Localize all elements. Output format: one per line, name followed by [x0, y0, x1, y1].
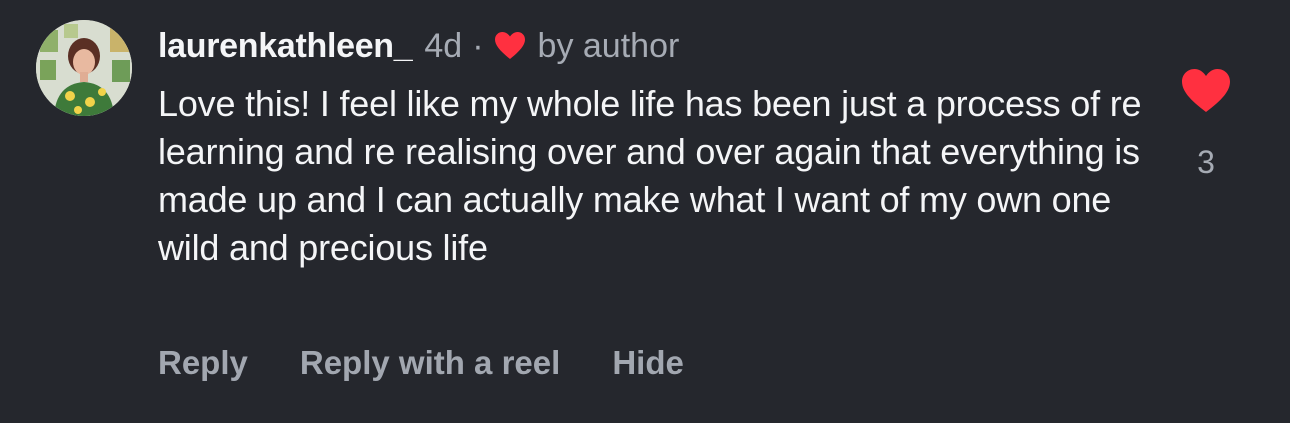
timestamp: 4d [424, 27, 463, 65]
heart-icon [494, 31, 526, 61]
heart-icon [1182, 69, 1230, 112]
hide-button[interactable]: Hide [612, 340, 684, 386]
comment-header: laurenkathleen_ 4d · by author [158, 24, 679, 68]
comment-actions: Reply Reply with a reel Hide [158, 340, 684, 386]
reply-button[interactable]: Reply [158, 340, 248, 386]
comment-text: Love this! I feel like my whole life has… [158, 83, 1142, 268]
reply-with-reel-button[interactable]: Reply with a reel [300, 340, 560, 386]
comment-item: laurenkathleen_ 4d · by author Love this… [0, 0, 1290, 423]
username[interactable]: laurenkathleen_ [158, 24, 413, 68]
avatar-image [36, 20, 132, 116]
like-control: 3 [1180, 68, 1232, 182]
like-count: 3 [1197, 144, 1215, 180]
separator-dot: · [472, 27, 484, 65]
avatar[interactable] [36, 20, 132, 116]
author-badge: by author [537, 27, 680, 65]
like-button[interactable] [1180, 68, 1232, 114]
